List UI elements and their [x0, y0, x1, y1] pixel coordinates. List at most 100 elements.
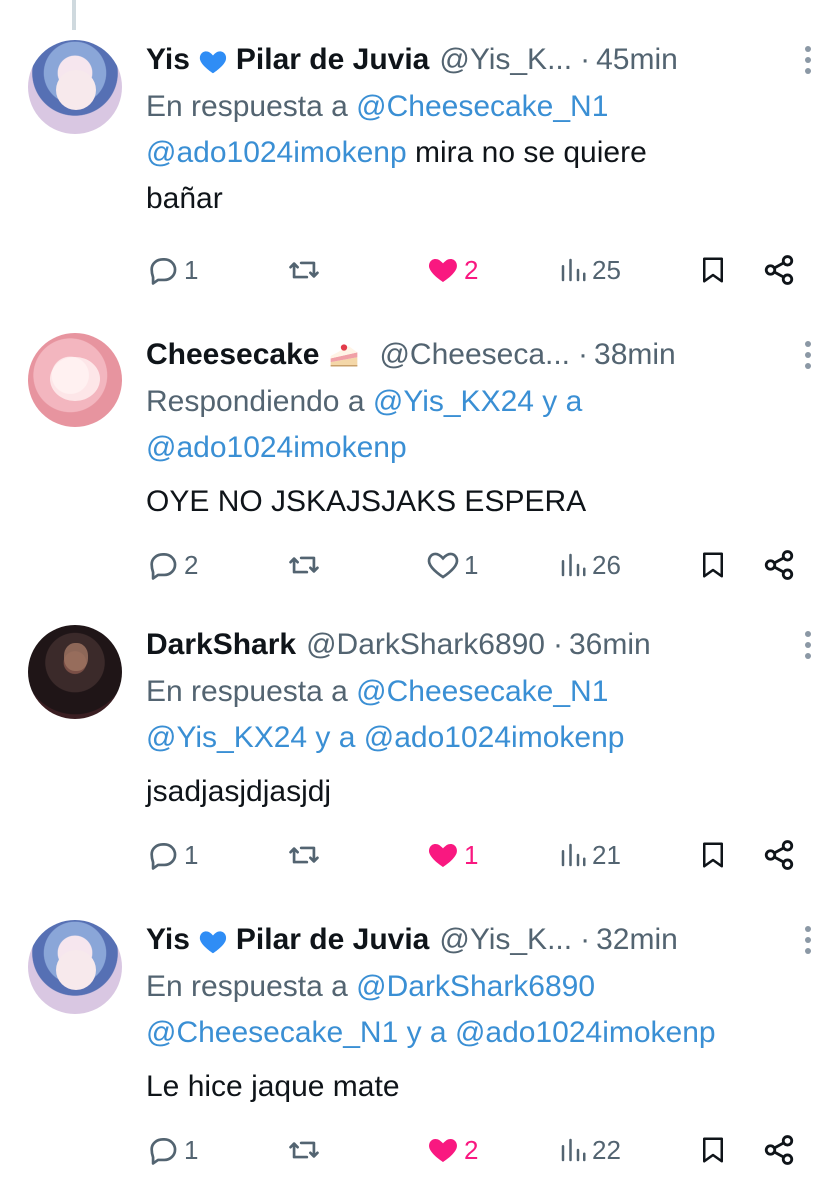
reply-mention[interactable]: @Cheesecake_N1 [146, 1016, 398, 1049]
separator-dot: · [580, 923, 591, 956]
reply-context: En respuesta a @DarkShark6890 @Cheesecak… [146, 964, 806, 1056]
more-icon[interactable] [798, 42, 818, 78]
retweet-button[interactable] [286, 1130, 322, 1170]
reply-button[interactable]: 1 [146, 250, 198, 290]
tweet-body: Le hice jaque mate [146, 1064, 806, 1110]
blue-heart-icon [199, 51, 227, 74]
reply-icon [150, 258, 177, 285]
heart-icon [427, 552, 459, 579]
reply-mention[interactable]: @Cheesecake_N1 [356, 675, 608, 708]
reply-mention[interactable]: @DarkShark6890 [356, 970, 595, 1003]
body-mention[interactable]: @ado1024imokenp [146, 136, 407, 169]
reply-prefix: En respuesta a [146, 675, 348, 708]
share-button[interactable] [762, 835, 796, 875]
author-name-suffix[interactable]: Pilar de Juvia [236, 43, 429, 77]
reply-count: 2 [184, 549, 199, 580]
tweet-time[interactable]: 38min [594, 338, 676, 372]
views-button[interactable]: 25 [558, 250, 621, 290]
view-count: 26 [592, 549, 621, 580]
share-icon [764, 840, 794, 870]
avatar[interactable] [28, 40, 122, 134]
heart-icon [429, 1138, 457, 1163]
reply-count: 1 [184, 254, 199, 285]
more-icon[interactable] [798, 337, 818, 373]
bookmark-button[interactable] [698, 835, 728, 875]
author-name[interactable]: DarkShark [146, 628, 296, 662]
reply-button[interactable]: 2 [146, 545, 198, 585]
reply-conjunction: y a [398, 1016, 455, 1049]
more-icon[interactable] [798, 627, 818, 663]
tweet-actions: 1 2 22 [146, 1130, 806, 1170]
bookmark-button[interactable] [698, 545, 728, 585]
views-button[interactable]: 22 [558, 1130, 621, 1170]
tweet-header: Yis Pilar de Juvia @Yis_K... · 32min [146, 920, 811, 960]
tweet[interactable]: Yis Pilar de Juvia @Yis_K... · 45min En … [0, 0, 840, 295]
reply-mention[interactable]: @Yis_KX24 y a [373, 385, 582, 418]
tweet-content: Yis Pilar de Juvia @Yis_K... · 32min En … [146, 920, 811, 1110]
body-text: Le hice jaque mate [146, 1070, 400, 1103]
tweet-body: OYE NO JSKAJSJAKS ESPERA [146, 479, 806, 525]
like-button[interactable]: 1 [426, 545, 478, 585]
views-icon [561, 553, 586, 577]
bookmark-button[interactable] [698, 1130, 728, 1170]
views-button[interactable]: 26 [558, 545, 621, 585]
tweet-content: Yis Pilar de Juvia @Yis_K... · 45min En … [146, 40, 811, 222]
views-icon [561, 1138, 586, 1162]
retweet-button[interactable] [286, 250, 322, 290]
retweet-button[interactable] [286, 835, 322, 875]
views-button[interactable]: 21 [558, 835, 621, 875]
body-text: jsadjasjdjasjdj [146, 775, 332, 808]
author-handle[interactable]: @Cheeseca... [379, 338, 570, 372]
reply-mention[interactable]: @ado1024imokenp [364, 721, 625, 754]
separator-dot: · [580, 43, 591, 76]
tweet[interactable]: Cheesecake @Cheeseca... · 38min Respondi… [0, 295, 840, 590]
reply-mention[interactable]: @Yis_KX24 [146, 721, 307, 754]
reply-mention[interactable]: @Cheesecake_N1 [356, 90, 608, 123]
avatar[interactable] [28, 920, 122, 1014]
author-name[interactable]: Yis [146, 43, 190, 77]
author-handle[interactable]: @Yis_K... [439, 43, 572, 77]
retweet-icon [289, 556, 319, 574]
author-handle[interactable]: @Yis_K... [439, 923, 572, 957]
reply-mention[interactable]: @ado1024imokenp [146, 431, 407, 464]
retweet-icon [289, 846, 319, 864]
share-button[interactable] [762, 250, 796, 290]
bookmark-button[interactable] [698, 250, 728, 290]
bookmark-icon [703, 842, 723, 868]
tweet[interactable]: DarkShark @DarkShark6890 · 36min En resp… [0, 585, 840, 880]
avatar[interactable] [28, 625, 122, 719]
author-name[interactable]: Cheesecake [146, 338, 319, 372]
bookmark-icon [703, 552, 723, 578]
share-button[interactable] [762, 545, 796, 585]
reply-mention[interactable]: @ado1024imokenp [455, 1016, 716, 1049]
share-button[interactable] [762, 1130, 796, 1170]
like-button[interactable]: 2 [426, 250, 478, 290]
author-name[interactable]: Yis [146, 923, 190, 957]
tweet[interactable]: Yis Pilar de Juvia @Yis_K... · 32min En … [0, 880, 840, 1175]
reply-prefix: En respuesta a [146, 970, 348, 1003]
tweet-time[interactable]: 45min [596, 43, 678, 77]
like-button[interactable]: 1 [426, 835, 478, 875]
more-icon[interactable] [798, 922, 818, 958]
separator-dot: · [553, 628, 563, 661]
reply-button[interactable]: 1 [146, 835, 198, 875]
reply-icon [150, 843, 177, 870]
reply-context: En respuesta a @Cheesecake_N1 [146, 84, 806, 130]
reply-button[interactable]: 1 [146, 1130, 198, 1170]
reply-context: Respondiendo a @Yis_KX24 y a @ado1024imo… [146, 379, 806, 471]
tweet-header: DarkShark @DarkShark6890 · 36min [146, 625, 811, 665]
body-text: OYE NO JSKAJSJAKS ESPERA [146, 485, 587, 518]
tweet-time[interactable]: 36min [569, 628, 651, 662]
like-button[interactable]: 2 [426, 1130, 478, 1170]
like-count: 2 [464, 254, 479, 285]
reply-icon [150, 1138, 177, 1165]
avatar[interactable] [28, 333, 122, 427]
retweet-button[interactable] [286, 545, 322, 585]
author-name-suffix[interactable]: Pilar de Juvia [236, 923, 429, 957]
tweet-content: DarkShark @DarkShark6890 · 36min En resp… [146, 625, 811, 815]
tweet-actions: 1 2 25 [146, 250, 806, 290]
author-handle[interactable]: @DarkShark6890 [306, 628, 545, 662]
tweet-time[interactable]: 32min [596, 923, 678, 957]
view-count: 21 [592, 839, 621, 870]
reply-icon [150, 553, 177, 580]
